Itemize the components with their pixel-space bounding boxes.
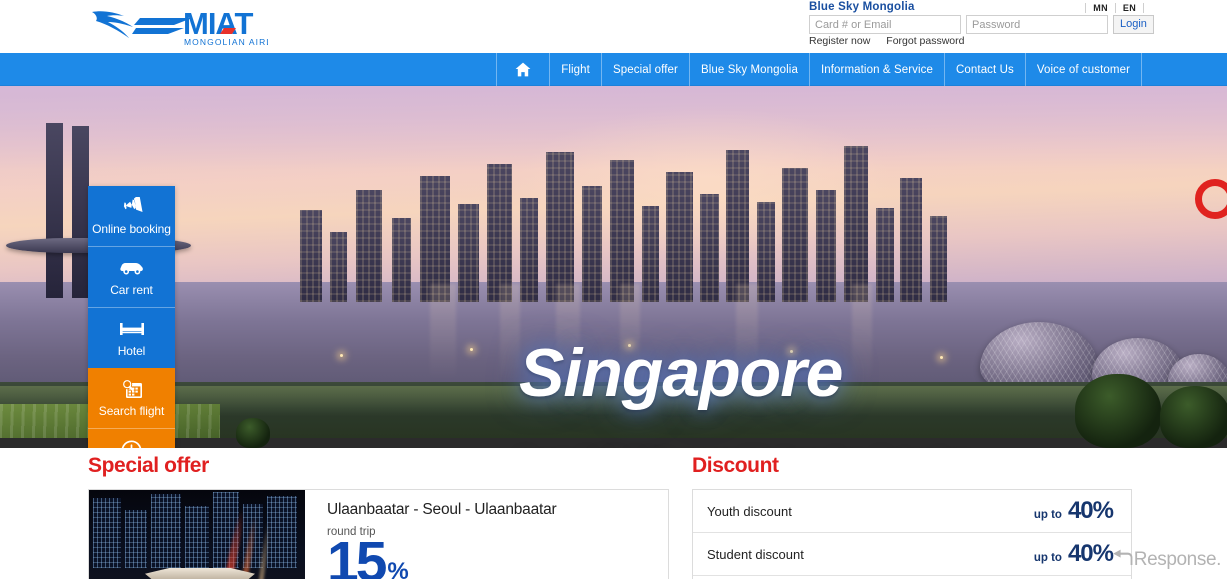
login-help-links: Register now Forgot password — [809, 35, 964, 47]
discount-title: Discount — [692, 454, 779, 477]
arrow-icon — [1111, 547, 1133, 573]
discount-name: Student discount — [707, 546, 804, 562]
discount-table: Youth discount up to 40% Student discoun… — [692, 489, 1132, 579]
quick-menu: Online booking Car rent Hotel Search fli… — [88, 186, 175, 448]
blue-sky-mongolia-link[interactable]: Blue Sky Mongolia — [809, 1, 915, 13]
discount-name: Youth discount — [707, 503, 792, 519]
hero-banner: Singapore From SEP 24th every Wednesday,… — [0, 86, 1227, 448]
miat-homepage: MIAT MONGOLIAN AIRLINES Blue Sky Mongoli… — [0, 0, 1227, 579]
seoul-night-photo — [89, 490, 305, 579]
quick-menu-car-rent[interactable]: Car rent — [88, 246, 175, 307]
discount-percent: 40% — [1067, 497, 1114, 524]
offer-route: Ulaanbaatar - Seoul - Ulaanbaatar — [327, 501, 557, 518]
home-icon — [515, 62, 531, 77]
offer-discount-symbol: % — [387, 558, 409, 579]
discount-section: Discount Youth discount up to 40% Studen… — [692, 455, 1132, 579]
password-input[interactable] — [966, 15, 1108, 34]
site-header: MIAT MONGOLIAN AIRLINES Blue Sky Mongoli… — [0, 0, 1227, 53]
discount-value: up to 40% — [1033, 497, 1114, 524]
watermark-text: Response. — [1133, 549, 1222, 570]
calendar-search-icon — [121, 379, 143, 399]
quick-menu-orange-group: Search flight Flight status — [88, 368, 175, 448]
discount-value: up to 40% — [1033, 540, 1114, 567]
discount-percent: 40% — [1067, 540, 1114, 567]
nav-home-button[interactable] — [496, 53, 549, 86]
login-button[interactable]: Login — [1113, 15, 1154, 34]
nav-item-blue-sky-mongolia[interactable]: Blue Sky Mongolia — [689, 53, 809, 86]
login-form: Login — [809, 15, 1154, 34]
response-watermark: Response. — [1111, 547, 1221, 573]
special-offer-card[interactable]: Ulaanbaatar - Seoul - Ulaanbaatar round … — [88, 489, 669, 579]
quick-menu-label: Car rent — [110, 283, 153, 297]
quick-menu-label: Search flight — [98, 404, 165, 418]
offer-discount: 15 % — [327, 530, 409, 579]
svg-text:MONGOLIAN AIRLINES: MONGOLIAN AIRLINES — [184, 37, 268, 47]
offer-discount-number: 15 — [327, 530, 387, 579]
airplane-icon — [121, 197, 143, 217]
main-navigation: Flight Special offer Blue Sky Mongolia I… — [0, 53, 1227, 86]
quick-menu-blue-group: Online booking Car rent Hotel — [88, 186, 175, 368]
quick-menu-flight-status[interactable]: Flight status — [88, 428, 175, 448]
table-row[interactable]: Youth discount up to 40% — [693, 490, 1131, 533]
discount-upto-label: up to — [1033, 509, 1062, 521]
quick-menu-label: Hotel — [117, 344, 146, 358]
red-circle-badge — [1195, 179, 1227, 219]
miat-logo[interactable]: MIAT MONGOLIAN AIRLINES — [88, 4, 268, 49]
lang-mn[interactable]: MN — [1085, 2, 1116, 13]
lang-en[interactable]: EN — [1116, 2, 1144, 13]
nav-item-voice-of-customer[interactable]: Voice of customer — [1024, 53, 1142, 86]
clock-icon — [121, 439, 142, 448]
quick-menu-hotel[interactable]: Hotel — [88, 307, 175, 368]
special-offer-title: Special offer — [88, 454, 209, 477]
quick-menu-label: Online booking — [92, 222, 171, 236]
special-offer-section: Special offer Ulaanbaatar - Seoul - Ulaa… — [88, 455, 669, 579]
nav-item-information-service[interactable]: Information & Service — [808, 53, 944, 86]
svg-text:MIAT: MIAT — [183, 6, 254, 41]
card-or-email-input[interactable] — [809, 15, 961, 34]
register-now-link[interactable]: Register now — [809, 35, 870, 47]
car-icon — [119, 258, 144, 278]
discount-upto-label: up to — [1033, 552, 1062, 564]
header-account-area: Blue Sky Mongolia MN EN Login Register n… — [797, 0, 1154, 53]
bed-icon — [119, 319, 144, 339]
nav-item-flight[interactable]: Flight — [549, 53, 601, 86]
language-switcher: MN EN — [1085, 0, 1144, 15]
table-row[interactable]: Student discount up to 40% — [693, 533, 1131, 576]
quick-menu-search-flight[interactable]: Search flight — [88, 368, 175, 428]
quick-menu-online-booking[interactable]: Online booking — [88, 186, 175, 246]
forgot-password-link[interactable]: Forgot password — [886, 35, 964, 47]
hero-destination-title: Singapore — [519, 335, 843, 411]
special-offer-details: Ulaanbaatar - Seoul - Ulaanbaatar round … — [305, 490, 668, 579]
nav-item-contact-us[interactable]: Contact Us — [944, 53, 1025, 86]
nav-item-special-offer[interactable]: Special offer — [600, 53, 689, 86]
